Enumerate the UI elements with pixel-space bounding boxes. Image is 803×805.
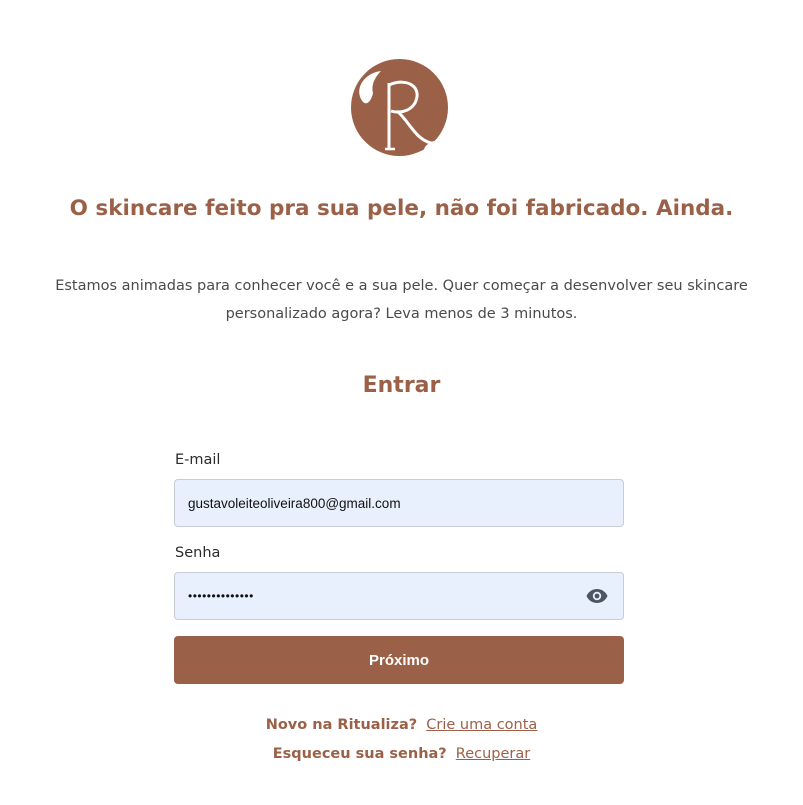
email-field[interactable]: gustavoleiteoliveira800@gmail.com <box>174 479 624 527</box>
password-label: Senha <box>175 545 221 561</box>
eye-icon[interactable] <box>585 584 609 608</box>
hero-intro-text: Estamos animadas para conhecer você e a … <box>55 278 748 322</box>
email-label: E-mail <box>175 452 221 468</box>
password-value: •••••••••••••• <box>188 589 254 603</box>
login-title: Entrar <box>362 373 441 398</box>
hero-headline: O skincare feito pra sua pele, não foi f… <box>69 196 734 221</box>
password-field[interactable]: •••••••••••••• <box>174 572 624 620</box>
brand-logo <box>351 59 448 156</box>
signup-row: Novo na Ritualiza? Crie uma conta <box>0 717 803 733</box>
recover-prompt: Esqueceu sua senha? <box>272 746 447 762</box>
next-button[interactable]: Próximo <box>174 636 624 684</box>
recover-password-link[interactable]: Recuperar <box>456 746 530 762</box>
create-account-link[interactable]: Crie uma conta <box>426 717 537 733</box>
recover-row: Esqueceu sua senha? Recuperar <box>0 746 803 762</box>
signup-prompt: Novo na Ritualiza? <box>265 717 418 733</box>
email-value: gustavoleiteoliveira800@gmail.com <box>188 495 401 511</box>
